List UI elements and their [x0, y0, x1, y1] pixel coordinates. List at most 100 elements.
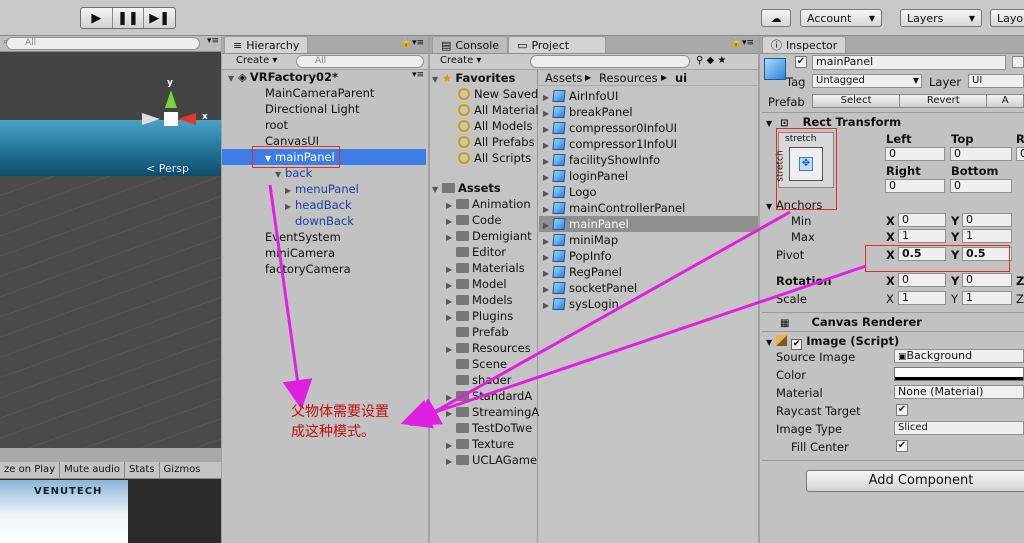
active-checkbox[interactable]: ✔: [795, 56, 807, 68]
asset-folder[interactable]: Scene: [446, 356, 507, 372]
fill-center-checkbox[interactable]: ✔: [896, 440, 908, 452]
mute-audio-toggle[interactable]: Mute audio: [60, 462, 126, 478]
project-file[interactable]: ▶ PopInfo: [539, 248, 758, 264]
prefab-select-button[interactable]: Select: [813, 95, 901, 107]
favorite-item[interactable]: All Scripts: [458, 150, 531, 166]
account-dropdown[interactable]: Account ▼: [800, 9, 882, 27]
favorites-header[interactable]: ▼ ★ Favorites: [432, 70, 515, 86]
pause-button[interactable]: ❚❚: [113, 8, 145, 28]
asset-folder[interactable]: TestDoTwe: [446, 420, 532, 436]
scene-view[interactable]: All ⌕ ▾≡ y x < Persp: [0, 36, 221, 448]
project-file[interactable]: ▶ mainControllerPanel: [539, 200, 758, 216]
asset-folder[interactable]: Prefab: [446, 324, 509, 340]
maximize-on-play-toggle[interactable]: ze on Play: [0, 462, 61, 478]
asset-folder[interactable]: ▶ StandardA: [446, 388, 532, 404]
image-type-dropdown[interactable]: Sliced: [894, 421, 1024, 435]
asset-folder[interactable]: ▶ Materials: [446, 260, 525, 276]
project-search-input[interactable]: [530, 55, 690, 68]
scene-root[interactable]: ▼ ◈ VRFactory02*: [228, 69, 338, 85]
prefab-apply-button[interactable]: A: [987, 95, 1023, 107]
favorite-item[interactable]: New Saved: [458, 86, 538, 102]
rotation-x-input[interactable]: 0: [898, 273, 946, 287]
project-file[interactable]: ▶ AirInfoUI: [539, 88, 758, 104]
asset-folder[interactable]: ▶ Code: [446, 212, 501, 228]
material-field[interactable]: None (Material): [894, 385, 1024, 399]
project-create-dropdown[interactable]: Create ▾: [440, 55, 481, 66]
image-enabled-checkbox[interactable]: ✔: [791, 339, 803, 350]
add-component-button[interactable]: Add Component: [806, 470, 1024, 492]
prefab-revert-button[interactable]: Revert: [900, 95, 988, 107]
scale-x-input[interactable]: 1: [898, 291, 946, 305]
tab-console[interactable]: ▤ Console: [432, 36, 509, 53]
expand-arrow-icon[interactable]: ▼: [275, 167, 285, 183]
asset-folder[interactable]: ▶ Resources: [446, 340, 531, 356]
hierarchy-search-input[interactable]: All: [296, 55, 424, 68]
project-file[interactable]: ▶ facilityShowInfo: [539, 152, 758, 168]
hierarchy-create-dropdown[interactable]: Create ▾: [236, 55, 277, 66]
favorite-item[interactable]: All Material: [458, 102, 539, 118]
asset-folder[interactable]: ▶ Plugins: [446, 308, 513, 324]
layout-dropdown[interactable]: Layo: [990, 9, 1024, 27]
bottom-input[interactable]: 0: [950, 179, 1012, 193]
asset-folder[interactable]: ▶ UCLAGame: [446, 452, 537, 468]
filter-icons[interactable]: ⚲ ◆ ★: [696, 55, 726, 66]
anchor-max-y-input[interactable]: 1: [962, 229, 1012, 243]
project-file[interactable]: ▶ compressor1InfoUI: [539, 136, 758, 152]
anchor-min-x-input[interactable]: 0: [898, 213, 946, 227]
hierarchy-item[interactable]: Directional Light: [255, 101, 360, 117]
hierarchy-item[interactable]: downBack: [285, 213, 354, 229]
rotation-y-input[interactable]: 0: [962, 273, 1012, 287]
anchor-max-x-input[interactable]: 1: [898, 229, 946, 243]
tab-inspector[interactable]: ⓘ Inspector: [762, 36, 847, 53]
scene-search-input[interactable]: All: [6, 37, 200, 50]
hierarchy-item[interactable]: MainCameraParent: [255, 85, 374, 101]
gizmo-x-axis[interactable]: [178, 113, 196, 125]
hierarchy-item[interactable]: miniCamera: [255, 245, 335, 261]
breadcrumb-assets[interactable]: Assets: [545, 70, 582, 86]
left-input[interactable]: 0: [885, 147, 945, 161]
asset-folder[interactable]: ▶ Animation: [446, 196, 531, 212]
hierarchy-item[interactable]: EventSystem: [255, 229, 341, 245]
raycast-target-checkbox[interactable]: ✔: [896, 404, 908, 416]
scene-gizmo[interactable]: y x: [140, 76, 210, 146]
panel-menu-icon[interactable]: ▾≡: [207, 36, 219, 46]
layers-dropdown[interactable]: Layers ▼: [900, 9, 982, 27]
breadcrumb-ui[interactable]: ui: [675, 70, 687, 86]
project-file[interactable]: ▶ Logo: [539, 184, 758, 200]
project-file[interactable]: ▶ RegPanel: [539, 264, 758, 280]
step-button[interactable]: ▶❚: [144, 8, 175, 28]
asset-folder[interactable]: shader: [446, 372, 511, 388]
breadcrumb-resources[interactable]: Resources: [599, 70, 658, 86]
project-file[interactable]: ▶ sysLogin: [539, 296, 758, 312]
asset-folder[interactable]: ▶ Models: [446, 292, 513, 308]
scale-y-input[interactable]: 1: [962, 291, 1012, 305]
assets-header[interactable]: ▼ Assets: [432, 180, 501, 196]
asset-folder[interactable]: Editor: [446, 244, 506, 260]
scene-menu-icon[interactable]: ▾≡: [412, 70, 424, 80]
asset-folder[interactable]: ▶ StreamingA: [446, 404, 539, 420]
image-script-header[interactable]: ▼ ✔ Image (Script): [762, 331, 1024, 350]
static-checkbox[interactable]: [1012, 56, 1024, 68]
canvas-renderer-header[interactable]: ▦ Canvas Renderer: [762, 312, 1024, 330]
top-input[interactable]: 0: [950, 147, 1012, 161]
expand-arrow-icon[interactable]: ▶: [446, 454, 456, 470]
favorite-item[interactable]: All Models: [458, 118, 532, 134]
tab-hierarchy[interactable]: ≡ Hierarchy: [224, 36, 309, 53]
gizmo-neg-x-axis[interactable]: [142, 113, 160, 125]
asset-folder[interactable]: ▶ Model: [446, 276, 507, 292]
project-file[interactable]: ▶ socketPanel: [539, 280, 758, 296]
tab-project[interactable]: ▭ Project: [508, 36, 607, 53]
hierarchy-item[interactable]: factoryCamera: [255, 261, 351, 277]
expand-arrow-icon[interactable]: ▶: [543, 298, 553, 314]
cloud-button[interactable]: ☁: [761, 9, 791, 27]
gizmo-center[interactable]: [164, 112, 178, 126]
hierarchy-item[interactable]: ▶ headBack: [285, 197, 352, 213]
stats-toggle[interactable]: Stats: [125, 462, 160, 478]
anchor-min-y-input[interactable]: 0: [962, 213, 1012, 227]
project-file[interactable]: ▶ compressor0InfoUI: [539, 120, 758, 136]
right-input[interactable]: 0: [885, 179, 945, 193]
asset-folder[interactable]: ▶ Texture: [446, 436, 514, 452]
layer-dropdown[interactable]: UI: [968, 74, 1024, 88]
object-name-input[interactable]: mainPanel: [812, 55, 1006, 70]
source-image-field[interactable]: ▣Background: [894, 349, 1024, 363]
